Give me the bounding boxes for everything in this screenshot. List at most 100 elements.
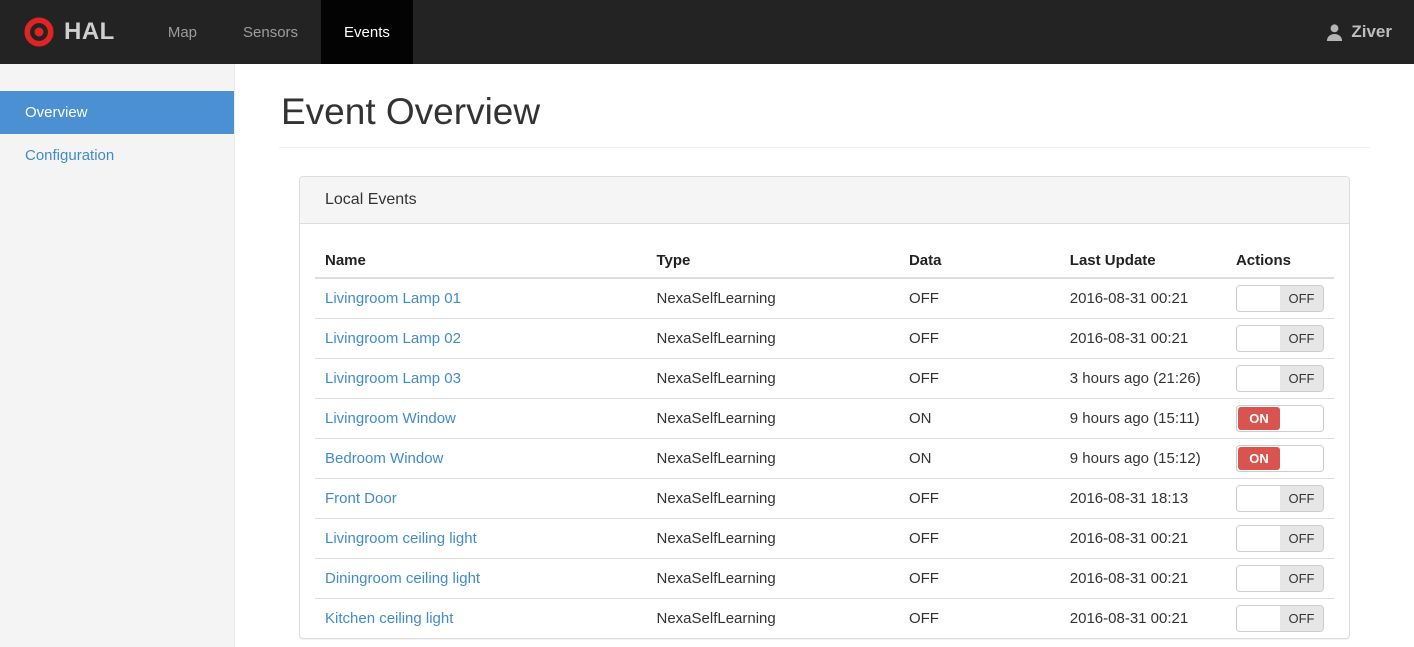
toggle-knob	[1237, 285, 1280, 311]
toggle-state-label: ON	[1238, 406, 1280, 430]
event-name-link[interactable]: Livingroom Lamp 03	[325, 370, 461, 387]
table-row: Livingroom Lamp 01 NexaSelfLearning OFF …	[315, 277, 1334, 318]
event-name-link[interactable]: Livingroom Lamp 01	[325, 290, 461, 307]
event-toggle[interactable]: ON	[1236, 444, 1324, 472]
main-content: Event Overview Local Events Name Type Da…	[235, 64, 1414, 647]
sidebar-item-configuration[interactable]: Configuration	[0, 134, 234, 177]
event-name-link[interactable]: Livingroom ceiling light	[325, 530, 477, 547]
table-row: Livingroom Lamp 03 NexaSelfLearning OFF …	[315, 357, 1334, 398]
table-row: Diningroom ceiling light NexaSelfLearnin…	[315, 557, 1334, 598]
event-type: NexaSelfLearning	[646, 397, 899, 438]
brand[interactable]: HAL	[0, 0, 145, 64]
event-type: NexaSelfLearning	[646, 517, 899, 558]
event-type: NexaSelfLearning	[646, 477, 899, 518]
event-toggle[interactable]: OFF	[1236, 524, 1324, 552]
event-last-update: 2016-08-31 00:21	[1059, 557, 1226, 598]
event-data: OFF	[898, 597, 1060, 638]
event-type: NexaSelfLearning	[646, 277, 899, 318]
toggle-knob	[1281, 405, 1323, 431]
toggle-knob	[1237, 485, 1280, 511]
event-name-link[interactable]: Front Door	[325, 490, 397, 507]
person-icon	[1327, 23, 1343, 41]
toggle-state-label: OFF	[1280, 605, 1323, 631]
event-last-update: 9 hours ago (15:12)	[1059, 437, 1226, 478]
toggle-state-label: OFF	[1280, 285, 1323, 311]
table-row: Livingroom Window NexaSelfLearning ON 9 …	[315, 397, 1334, 438]
toggle-knob	[1237, 565, 1280, 591]
event-last-update: 2016-08-31 00:21	[1059, 597, 1226, 638]
event-name-link[interactable]: Livingroom Window	[325, 410, 456, 427]
event-name-link[interactable]: Livingroom Lamp 02	[325, 330, 461, 347]
event-toggle[interactable]: OFF	[1236, 564, 1324, 592]
table-row: Livingroom ceiling light NexaSelfLearnin…	[315, 517, 1334, 558]
tab-sensors[interactable]: Sensors	[220, 0, 321, 64]
table-row: Bedroom Window NexaSelfLearning ON 9 hou…	[315, 437, 1334, 478]
target-icon	[24, 17, 54, 47]
tab-events[interactable]: Events	[321, 0, 413, 64]
sidebar-item-overview[interactable]: Overview	[0, 91, 234, 134]
events-table-body: Livingroom Lamp 01 NexaSelfLearning OFF …	[315, 277, 1334, 638]
navbar-tabs: Map Sensors Events	[145, 0, 413, 64]
toggle-knob	[1237, 365, 1280, 391]
event-data: ON	[898, 397, 1060, 438]
panel-title: Local Events	[300, 177, 1349, 224]
local-events-panel: Local Events Name Type Data Last Update …	[299, 176, 1350, 639]
page-layout: Overview Configuration Event Overview Lo…	[0, 64, 1414, 647]
event-type: NexaSelfLearning	[646, 597, 899, 638]
navbar: HAL Map Sensors Events Ziver	[0, 0, 1414, 64]
column-header-name: Name	[315, 244, 647, 279]
event-type: NexaSelfLearning	[646, 357, 899, 398]
column-header-data: Data	[898, 244, 1060, 279]
user-name: Ziver	[1351, 22, 1392, 41]
toggle-state-label: OFF	[1280, 565, 1323, 591]
event-last-update: 9 hours ago (15:11)	[1059, 397, 1226, 438]
toggle-knob	[1281, 445, 1323, 471]
toggle-state-label: OFF	[1280, 325, 1323, 351]
event-data: OFF	[898, 477, 1060, 518]
event-last-update: 2016-08-31 18:13	[1059, 477, 1226, 518]
column-header-last-update: Last Update	[1059, 244, 1226, 279]
column-header-actions: Actions	[1225, 244, 1334, 279]
event-data: OFF	[898, 317, 1060, 358]
page-title: Event Overview	[279, 91, 1370, 148]
event-last-update: 2016-08-31 00:21	[1059, 317, 1226, 358]
event-name-link[interactable]: Kitchen ceiling light	[325, 610, 453, 627]
event-toggle[interactable]: OFF	[1236, 364, 1324, 392]
sidebar: Overview Configuration	[0, 64, 235, 647]
toggle-state-label: ON	[1238, 446, 1280, 470]
event-data: ON	[898, 437, 1060, 478]
toggle-state-label: OFF	[1280, 365, 1323, 391]
event-toggle[interactable]: OFF	[1236, 604, 1324, 632]
user-menu[interactable]: Ziver	[1303, 0, 1414, 64]
event-type: NexaSelfLearning	[646, 317, 899, 358]
event-last-update: 2016-08-31 00:21	[1059, 517, 1226, 558]
toggle-state-label: OFF	[1280, 525, 1323, 551]
event-data: OFF	[898, 517, 1060, 558]
table-row: Kitchen ceiling light NexaSelfLearning O…	[315, 597, 1334, 638]
event-type: NexaSelfLearning	[646, 437, 899, 478]
toggle-state-label: OFF	[1280, 485, 1323, 511]
event-toggle[interactable]: OFF	[1236, 324, 1324, 352]
column-header-type: Type	[646, 244, 899, 279]
event-toggle[interactable]: OFF	[1236, 284, 1324, 312]
event-name-link[interactable]: Diningroom ceiling light	[325, 570, 480, 587]
toggle-knob	[1237, 605, 1280, 631]
brand-title: HAL	[64, 18, 115, 45]
toggle-knob	[1237, 325, 1280, 351]
table-row: Livingroom Lamp 02 NexaSelfLearning OFF …	[315, 317, 1334, 358]
event-data: OFF	[898, 357, 1060, 398]
event-toggle[interactable]: OFF	[1236, 484, 1324, 512]
event-name-link[interactable]: Bedroom Window	[325, 450, 443, 467]
event-toggle[interactable]: ON	[1236, 404, 1324, 432]
table-header-row: Name Type Data Last Update Actions	[315, 244, 1334, 279]
event-last-update: 2016-08-31 00:21	[1059, 277, 1226, 318]
event-data: OFF	[898, 277, 1060, 318]
toggle-knob	[1237, 525, 1280, 551]
event-type: NexaSelfLearning	[646, 557, 899, 598]
event-data: OFF	[898, 557, 1060, 598]
panel-body: Name Type Data Last Update Actions Livin…	[300, 224, 1349, 638]
table-row: Front Door NexaSelfLearning OFF 2016-08-…	[315, 477, 1334, 518]
events-table: Name Type Data Last Update Actions Livin…	[315, 244, 1334, 638]
tab-map[interactable]: Map	[145, 0, 220, 64]
event-last-update: 3 hours ago (21:26)	[1059, 357, 1226, 398]
